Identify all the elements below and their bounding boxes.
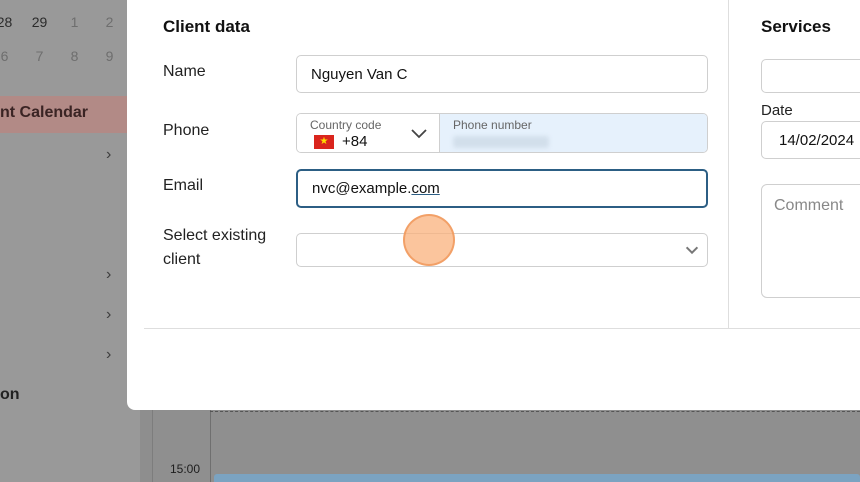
mini-calendar-week-1: 28 29 1 2 [0,14,127,34]
country-code-label: Country code [310,118,382,132]
column-divider [728,0,729,328]
name-input[interactable]: Nguyen Van C [296,55,708,93]
chevron-right-icon[interactable]: › [106,306,111,324]
calendar-day[interactable]: 6 [0,48,22,68]
date-value: 14/02/2024 [779,131,855,149]
phone-number-input[interactable]: Phone number [440,114,707,152]
calendar-day[interactable]: 2 [92,14,127,34]
sidebar-section-label: on [0,386,20,403]
calendar-day[interactable]: 28 [0,14,22,34]
phone-field: Country code ★ +84 Phone number [296,113,708,153]
time-slot-divider [210,411,860,412]
date-label: Date [761,102,793,119]
calendar-day[interactable]: 1 [57,14,92,34]
country-code-select[interactable]: Country code ★ +84 [297,114,440,152]
calendar-event[interactable] [214,474,860,482]
calendar-day[interactable]: 29 [22,14,57,34]
email-value-local: nvc@example. [312,180,412,197]
name-label: Name [163,63,206,80]
date-input[interactable]: 14/02/2024 [761,121,860,159]
calendar-day[interactable]: 9 [92,48,127,68]
sidebar-item-label: nt Calendar [0,104,89,121]
services-title: Services [761,17,831,36]
service-select[interactable] [761,59,860,93]
phone-number-redacted [453,136,549,148]
footer-divider [144,328,860,329]
calendar-day[interactable]: 8 [57,48,92,68]
chevron-down-icon [411,129,427,139]
mini-calendar-week-2: 6 7 8 9 [0,48,127,68]
calendar-day[interactable]: 7 [22,48,57,68]
sidebar [0,0,140,482]
comment-textarea[interactable]: Comment [761,184,860,298]
country-code-value: +84 [342,133,368,150]
time-label: 15:00 [170,462,201,476]
client-data-title: Client data [163,17,250,36]
select-client-label: Select existing client [163,227,267,268]
comment-placeholder: Comment [774,197,844,214]
email-label: Email [163,177,204,194]
chevron-right-icon[interactable]: › [106,146,111,164]
chevron-right-icon[interactable]: › [106,346,111,364]
vietnam-flag-icon: ★ [314,135,334,149]
phone-label: Phone [163,122,210,139]
chevron-right-icon[interactable]: › [106,266,111,284]
phone-number-label: Phone number [453,118,532,132]
click-indicator [403,214,455,266]
time-column-divider [210,408,211,482]
chevron-down-icon [685,246,699,255]
email-value-tld: com [411,180,440,197]
existing-client-select[interactable] [296,233,708,267]
name-value: Nguyen Van C [311,65,408,83]
email-input[interactable]: nvc@example. com [296,169,708,208]
